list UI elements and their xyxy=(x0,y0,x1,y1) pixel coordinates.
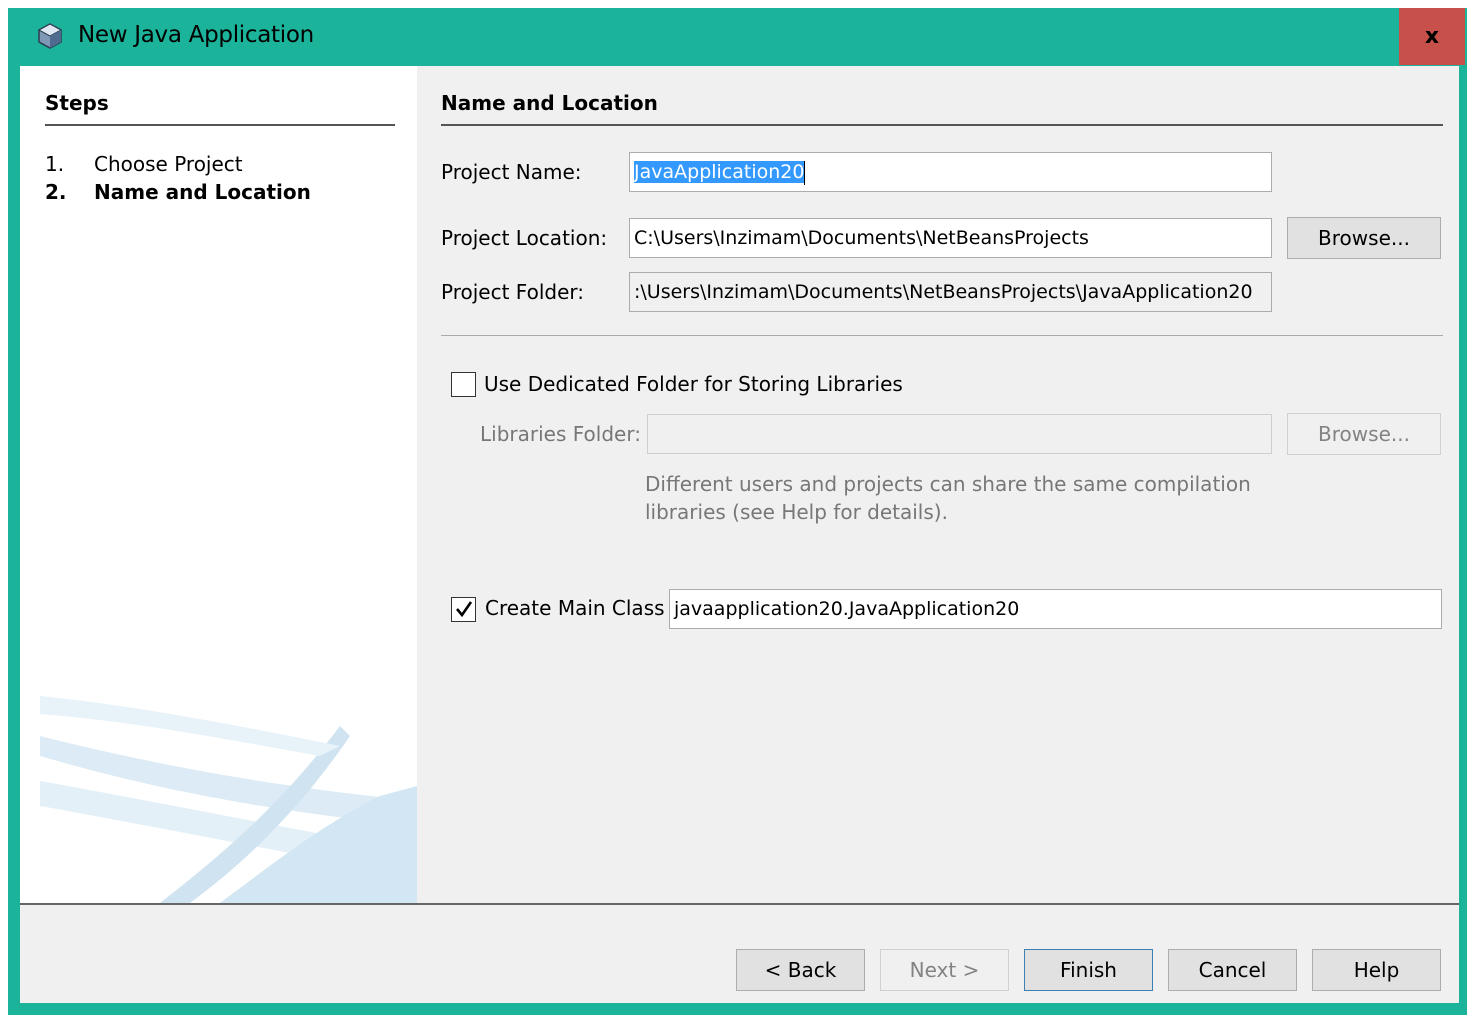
steps-panel: Steps 1. Choose Project 2. Name and Loca… xyxy=(20,66,417,903)
text-caret xyxy=(804,160,806,185)
checkmark-icon xyxy=(456,601,473,618)
name-and-location-panel: Name and Location Project Name: JavaAppl… xyxy=(417,66,1459,903)
create-main-class-label[interactable]: Create Main Class xyxy=(485,596,665,620)
section-title: Name and Location xyxy=(441,91,658,115)
project-folder-field[interactable]: :\Users\Inzimam\Documents\NetBeansProjec… xyxy=(629,272,1272,312)
dedicated-folder-checkbox[interactable] xyxy=(451,372,476,397)
libraries-folder-input[interactable] xyxy=(647,414,1272,454)
close-button[interactable]: x xyxy=(1399,8,1465,65)
project-name-label: Project Name: xyxy=(441,160,582,184)
step-number: 2. xyxy=(45,180,67,204)
form-separator xyxy=(441,335,1443,336)
dedicated-folder-label[interactable]: Use Dedicated Folder for Storing Librari… xyxy=(484,372,903,396)
steps-heading: Steps xyxy=(45,91,109,115)
help-button[interactable]: Help xyxy=(1312,949,1441,991)
create-main-class-checkbox[interactable] xyxy=(451,597,476,622)
project-location-label: Project Location: xyxy=(441,226,608,250)
project-folder-label: Project Folder: xyxy=(441,280,584,304)
libraries-folder-label: Libraries Folder: xyxy=(480,422,641,446)
footer-divider xyxy=(20,903,1459,905)
steps-divider xyxy=(45,124,395,126)
selected-text: JavaApplication20 xyxy=(634,161,805,183)
browse-location-button[interactable]: Browse... xyxy=(1287,217,1441,259)
step-number: 1. xyxy=(45,152,65,176)
step-label: Name and Location xyxy=(94,180,311,204)
dialog-window: New Java Application x Steps 1. Choose P… xyxy=(8,8,1467,1015)
libraries-help-text: Different users and projects can share t… xyxy=(645,472,1251,524)
next-button[interactable]: Next > xyxy=(880,949,1009,991)
step-label: Choose Project xyxy=(94,152,243,176)
finish-button[interactable]: Finish xyxy=(1024,949,1153,991)
project-location-input[interactable]: C:\Users\Inzimam\Documents\NetBeansProje… xyxy=(629,218,1272,258)
dialog-body: Steps 1. Choose Project 2. Name and Loca… xyxy=(20,66,1459,1003)
project-name-input[interactable]: JavaApplication20 xyxy=(629,152,1272,192)
cancel-button[interactable]: Cancel xyxy=(1168,949,1297,991)
browse-libraries-button[interactable]: Browse... xyxy=(1287,413,1441,455)
netbeans-swoosh-graphic xyxy=(40,696,417,903)
java-cube-icon xyxy=(37,23,63,49)
title-bar[interactable]: New Java Application x xyxy=(8,8,1467,66)
main-class-input[interactable]: javaapplication20.JavaApplication20 xyxy=(669,589,1442,629)
back-button[interactable]: < Back xyxy=(736,949,865,991)
window-title: New Java Application xyxy=(78,22,314,48)
section-divider xyxy=(441,124,1443,126)
